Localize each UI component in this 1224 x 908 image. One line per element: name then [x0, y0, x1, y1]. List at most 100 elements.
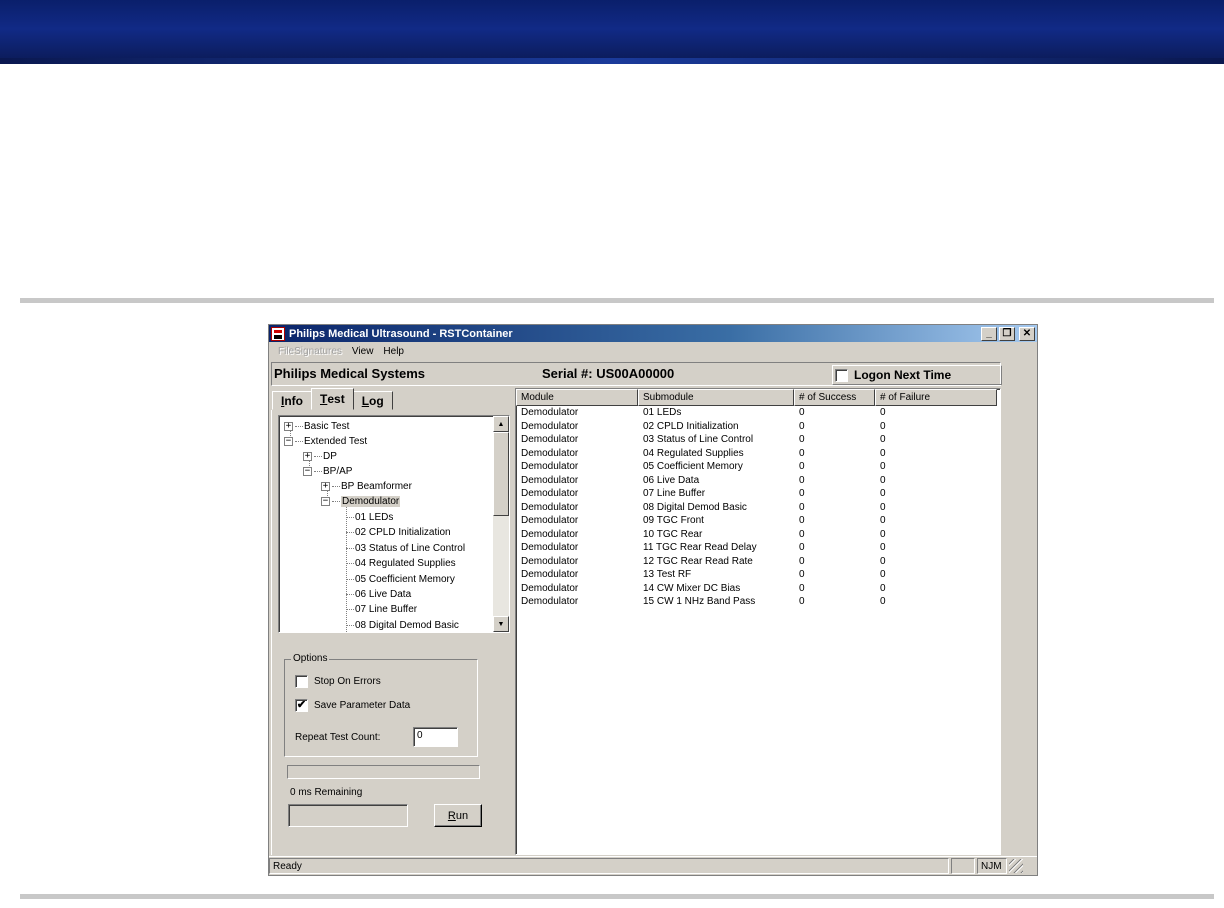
table-cell: 13 Test RF [643, 569, 692, 581]
table-row[interactable]: Demodulator 07 Line Buffer 0 0 [516, 487, 1000, 501]
tree-node-dp[interactable]: + DP [303, 449, 337, 464]
table-cell: Demodulator [521, 407, 579, 419]
tab-test-label: est [327, 392, 345, 406]
table-row[interactable]: Demodulator 06 Live Data 0 0 [516, 474, 1000, 488]
save-parameter-data-label: Save Parameter Data [314, 700, 411, 711]
run-button[interactable]: Run [434, 804, 482, 827]
table-cell: 04 Regulated Supplies [643, 447, 744, 459]
table-cell: 0 [880, 542, 886, 554]
menu-file-signatures[interactable]: FileSignatures [273, 346, 347, 357]
table-cell: Demodulator [521, 582, 579, 594]
close-button[interactable]: ✕ [1019, 326, 1035, 341]
table-row[interactable]: Demodulator 15 CW 1 NHz Band Pass 0 0 [516, 595, 1000, 609]
tab-log[interactable]: Log [352, 391, 393, 410]
tab-test[interactable]: Test [311, 388, 354, 410]
menu-view[interactable]: View [347, 346, 379, 357]
table-row[interactable]: Demodulator 12 TGC Rear Read Rate 0 0 [516, 555, 1000, 569]
tree-node-demodulator[interactable]: − Demodulator [321, 494, 401, 509]
scroll-down-icon[interactable]: ▼ [493, 616, 509, 632]
table-cell: 0 [799, 434, 805, 446]
tree-node-test[interactable]: 07 Line Buffer [346, 602, 417, 617]
column-module[interactable]: Module [516, 389, 638, 406]
column-success[interactable]: # of Success [794, 389, 875, 406]
table-cell: 0 [799, 501, 805, 513]
tab-info[interactable]: Info [272, 391, 312, 410]
table-cell: 15 CW 1 NHz Band Pass [643, 596, 756, 608]
table-row[interactable]: Demodulator 08 Digital Demod Basic 0 0 [516, 501, 1000, 515]
scroll-thumb[interactable] [493, 432, 509, 516]
logon-checkbox[interactable] [835, 368, 848, 382]
app-icon[interactable] [271, 326, 285, 341]
table-row[interactable]: Demodulator 03 Status of Line Control 0 0 [516, 433, 1000, 447]
options-legend: Options [291, 653, 330, 664]
menu-help[interactable]: Help [378, 346, 409, 357]
table-cell: 0 [799, 407, 805, 419]
stop-on-errors-checkbox[interactable] [295, 675, 308, 688]
tree-node-test[interactable]: 02 CPLD Initialization [346, 525, 451, 540]
logon-next-time[interactable]: Logon Next Time [832, 365, 1002, 385]
tree-node-test[interactable]: 08 Digital Demod Basic [346, 618, 459, 632]
repeat-test-count-input[interactable]: 0 [413, 727, 458, 747]
minimize-button[interactable]: _ [981, 326, 997, 341]
collapse-icon[interactable]: − [321, 497, 330, 506]
tree-node-bp-beamformer[interactable]: + BP Beamformer [321, 479, 412, 494]
table-row[interactable]: Demodulator 02 CPLD Initialization 0 0 [516, 420, 1000, 434]
menu-bar: FileSignatures View Help [269, 342, 1037, 361]
progress-bar [287, 765, 480, 779]
table-cell: 07 Line Buffer [643, 488, 706, 500]
tree-connector [346, 563, 354, 564]
table-row[interactable]: Demodulator 10 TGC Rear 0 0 [516, 528, 1000, 542]
tab-test-accel: T [320, 392, 328, 406]
collapse-icon[interactable]: − [284, 437, 293, 446]
tree-node-test[interactable]: 03 Status of Line Control [346, 541, 465, 556]
table-row[interactable]: Demodulator 05 Coefficient Memory 0 0 [516, 460, 1000, 474]
table-cell: 08 Digital Demod Basic [643, 501, 747, 513]
expand-icon[interactable]: + [321, 482, 330, 491]
table-row[interactable]: Demodulator 13 Test RF 0 0 [516, 568, 1000, 582]
test-tree[interactable]: + Basic Test − Extended Test + DP − BP/AP + B… [278, 415, 510, 633]
tree-node-label: 05 Coefficient Memory [355, 574, 455, 585]
title-bar[interactable]: Philips Medical Ultrasound - RSTContaine… [269, 325, 1037, 342]
status-panel-empty [951, 858, 975, 874]
test-tab-panel: + Basic Test − Extended Test + DP − BP/AP + B… [271, 410, 513, 855]
table-row[interactable]: Demodulator 11 TGC Rear Read Delay 0 0 [516, 541, 1000, 555]
restore-button[interactable]: ❐ [999, 326, 1015, 341]
tree-scrollbar[interactable]: ▲ ▼ [493, 416, 509, 632]
table-cell: 0 [799, 488, 805, 500]
save-parameter-data-checkbox[interactable]: ✔ [295, 699, 308, 712]
tree-node-basic-test[interactable]: + Basic Test [284, 419, 349, 434]
results-list[interactable]: Module Submodule # of Success # of Failu… [515, 388, 1001, 855]
table-row[interactable]: Demodulator 14 CW Mixer DC Bias 0 0 [516, 582, 1000, 596]
tree-node-test[interactable]: 04 Regulated Supplies [346, 556, 456, 571]
resize-grip-icon[interactable] [1009, 859, 1023, 873]
serial-number: Serial #: US00A00000 [542, 366, 675, 381]
expand-icon[interactable]: + [303, 452, 312, 461]
column-submodule[interactable]: Submodule [638, 389, 794, 406]
table-cell: 02 CPLD Initialization [643, 420, 739, 432]
tab-log-accel: L [361, 393, 370, 408]
tree-node-test[interactable]: 05 Coefficient Memory [346, 572, 455, 587]
table-row[interactable]: Demodulator 04 Regulated Supplies 0 0 [516, 447, 1000, 461]
table-cell: 0 [880, 407, 886, 419]
save-parameter-data-option[interactable]: ✔ Save Parameter Data [295, 699, 410, 712]
table-row[interactable]: Demodulator 01 LEDs 0 0 [516, 406, 1000, 420]
table-cell: 14 CW Mixer DC Bias [643, 582, 741, 594]
test-status-box [288, 804, 408, 827]
expand-icon[interactable]: + [284, 422, 293, 431]
column-failure[interactable]: # of Failure [875, 389, 997, 406]
table-cell: 0 [799, 447, 805, 459]
table-cell: Demodulator [521, 474, 579, 486]
tree-node-test[interactable]: 01 LEDs [346, 510, 393, 525]
tree-node-extended-test[interactable]: − Extended Test [284, 434, 367, 449]
tree-node-test[interactable]: 06 Live Data [346, 587, 411, 602]
table-cell: 03 Status of Line Control [643, 434, 754, 446]
divider-top [20, 298, 1214, 303]
table-cell: 0 [799, 596, 805, 608]
scroll-up-icon[interactable]: ▲ [493, 416, 509, 432]
collapse-icon[interactable]: − [303, 467, 312, 476]
table-cell: 0 [880, 569, 886, 581]
stop-on-errors-option[interactable]: Stop On Errors [295, 675, 381, 688]
run-label: un [455, 809, 469, 822]
tree-node-bp-ap[interactable]: − BP/AP [303, 464, 352, 479]
table-row[interactable]: Demodulator 09 TGC Front 0 0 [516, 514, 1000, 528]
